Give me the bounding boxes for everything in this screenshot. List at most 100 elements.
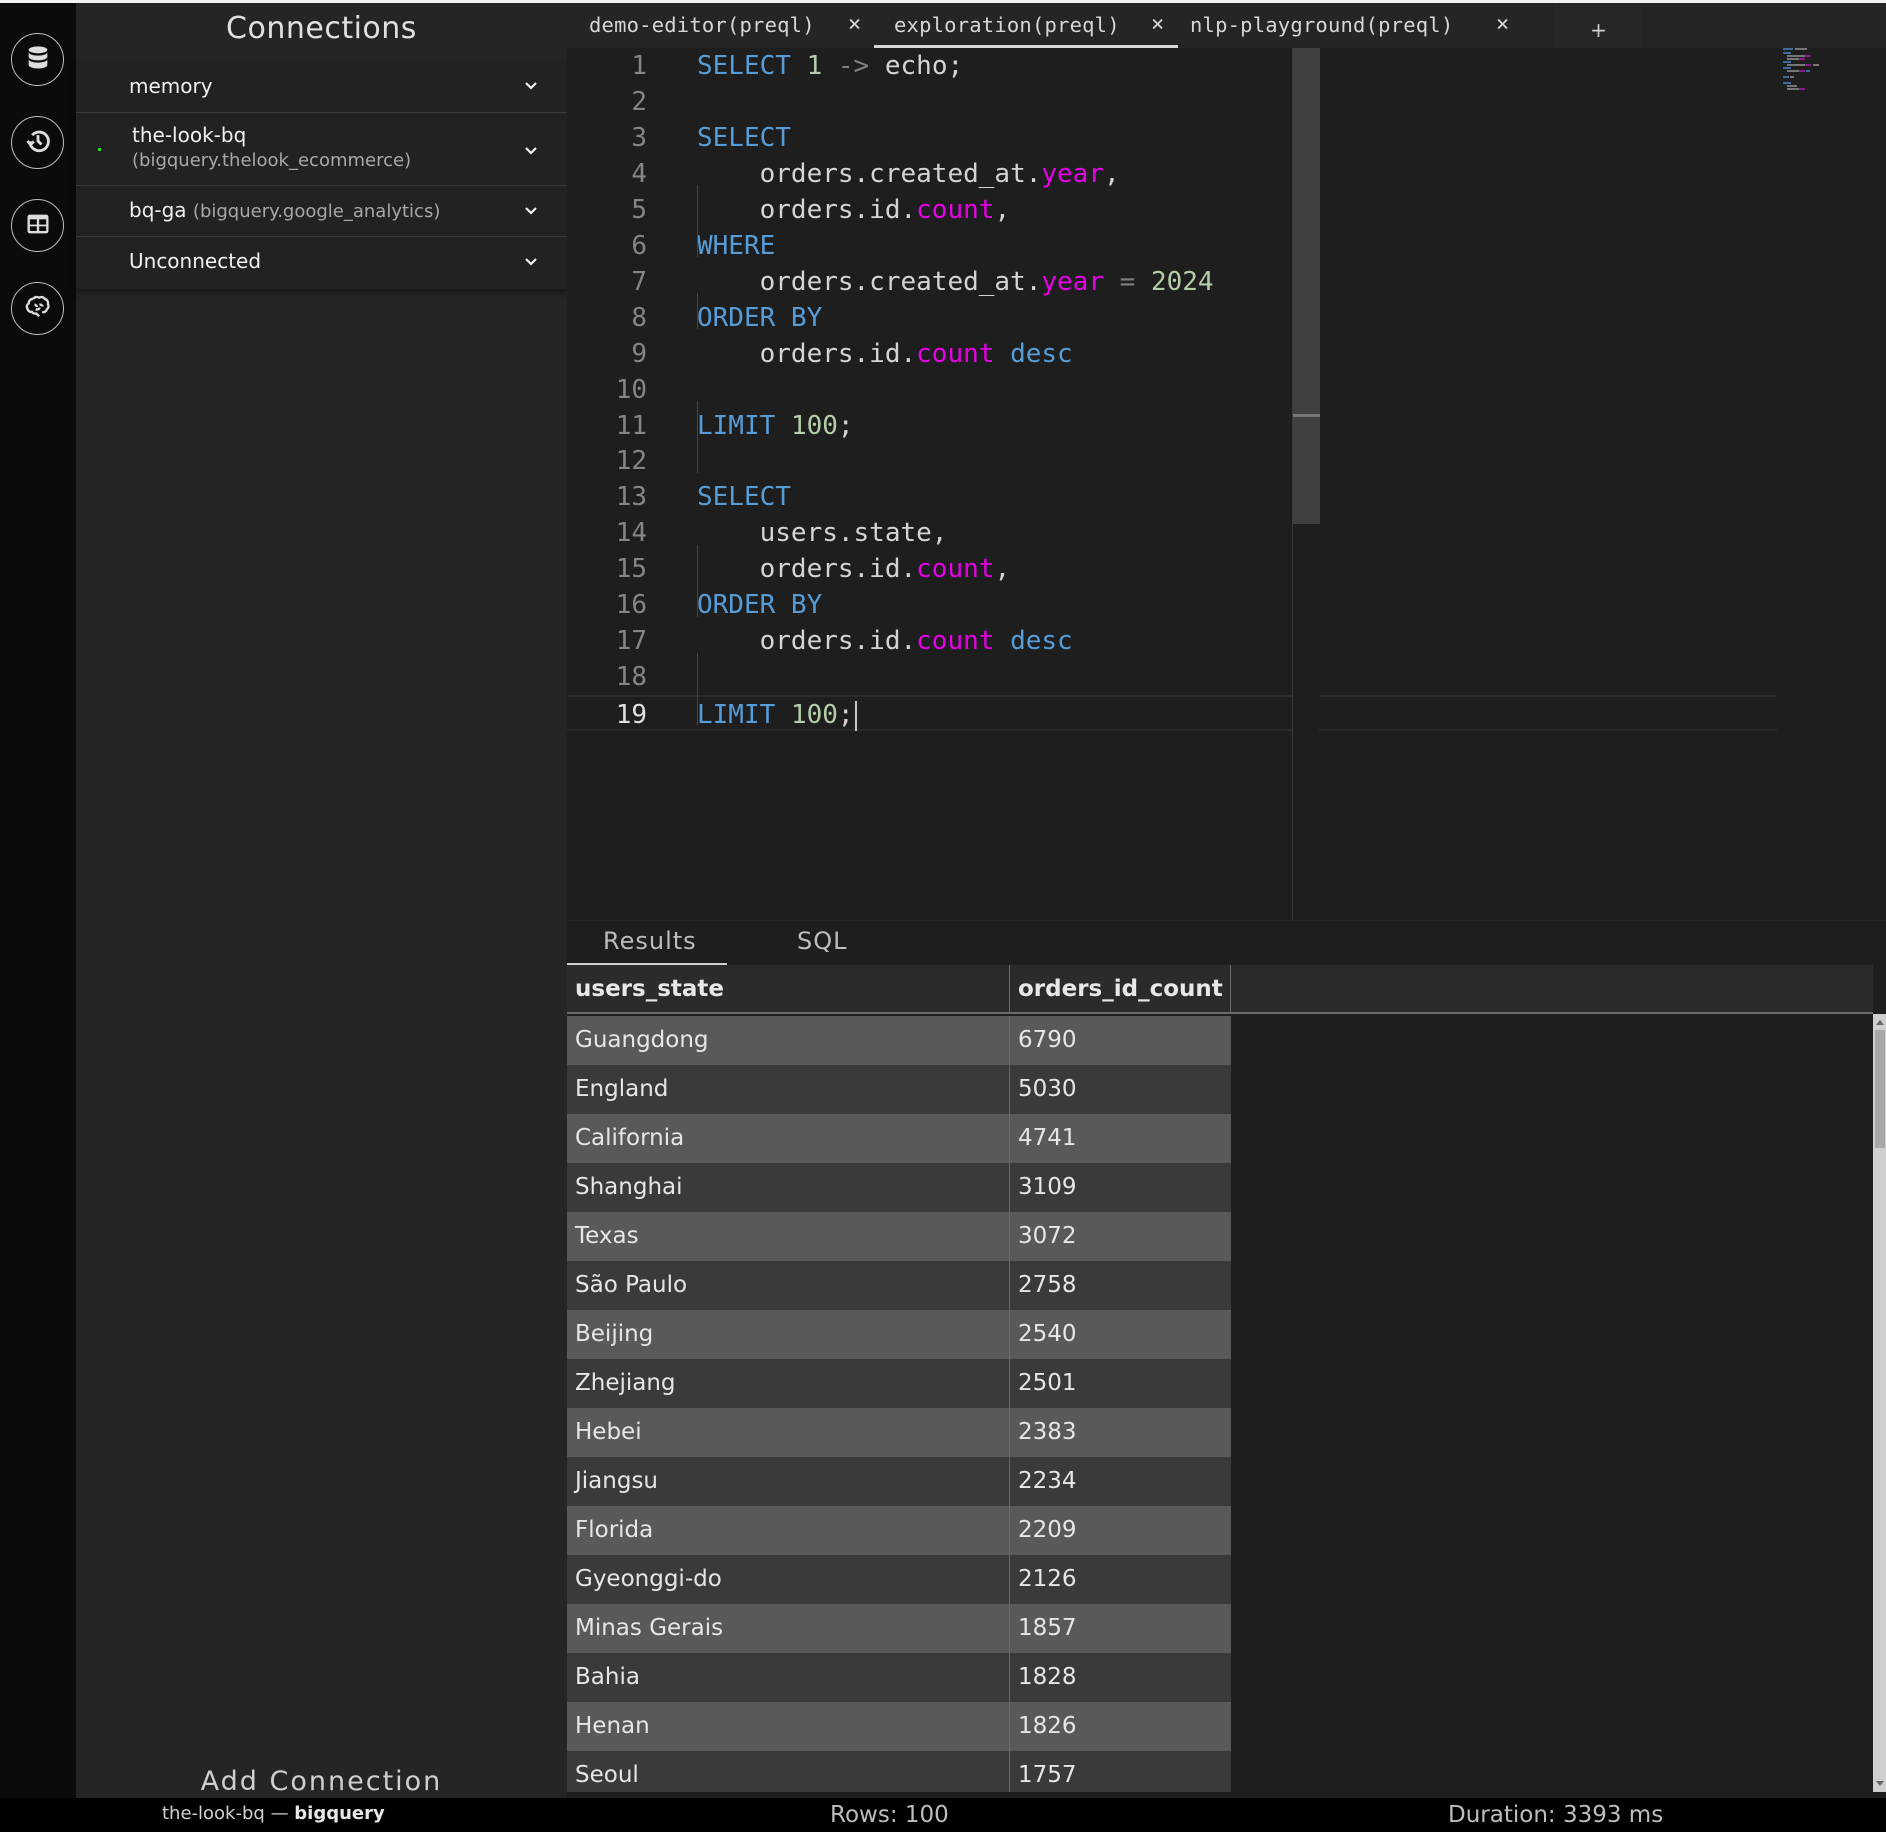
cell-users-state[interactable]: Henan <box>567 1702 1010 1751</box>
editor-scrollbar[interactable] <box>1292 48 1320 920</box>
editor-minimap[interactable] <box>1783 48 1833 93</box>
add-connection-button[interactable]: Add Connection <box>76 1766 567 1797</box>
editor-line[interactable]: 17 orders.id.count desc <box>567 623 1777 659</box>
cell-orders-id-count[interactable]: 2501 <box>1010 1359 1231 1408</box>
table-row[interactable]: Henan 1826 <box>567 1702 1231 1751</box>
cell-orders-id-count[interactable]: 5030 <box>1010 1065 1231 1114</box>
cell-orders-id-count[interactable]: 2540 <box>1010 1310 1231 1359</box>
table-row[interactable]: England 5030 <box>567 1065 1231 1114</box>
results-scrollbar[interactable] <box>1873 1014 1886 1792</box>
cell-users-state[interactable]: Bahia <box>567 1653 1010 1702</box>
cell-orders-id-count[interactable]: 2209 <box>1010 1506 1231 1555</box>
table-row[interactable]: Florida 2209 <box>567 1506 1231 1555</box>
scroll-up-arrow-icon[interactable] <box>1876 1020 1884 1025</box>
table-row[interactable]: Bahia 1828 <box>567 1653 1231 1702</box>
editor-line[interactable]: 15 orders.id.count, <box>567 551 1777 587</box>
editor-line[interactable]: 7 orders.created_at.year = 2024 <box>567 264 1777 300</box>
cell-users-state[interactable]: Gyeonggi-do <box>567 1555 1010 1604</box>
cell-orders-id-count[interactable]: 2383 <box>1010 1408 1231 1457</box>
table-row[interactable]: Beijing 2540 <box>567 1310 1231 1359</box>
cell-orders-id-count[interactable]: 2758 <box>1010 1261 1231 1310</box>
rail-connections-button[interactable] <box>11 33 64 86</box>
cell-users-state[interactable]: Zhejiang <box>567 1359 1010 1408</box>
cell-users-state[interactable]: California <box>567 1114 1010 1163</box>
close-icon[interactable]: × <box>1496 12 1509 37</box>
rail-history-button[interactable] <box>11 116 64 169</box>
close-icon[interactable]: × <box>1151 12 1164 37</box>
cell-orders-id-count[interactable]: 3072 <box>1010 1212 1231 1261</box>
editor-line[interactable]: 12 <box>567 443 1777 479</box>
results-scrollbar-thumb[interactable] <box>1875 1030 1885 1148</box>
editor-line[interactable]: 1 SELECT 1 -> echo; <box>567 48 1777 84</box>
new-tab-button[interactable]: + <box>1552 3 1645 48</box>
editor-line[interactable]: 3 SELECT <box>567 120 1777 156</box>
editor-line[interactable]: 14 users.state, <box>567 515 1777 551</box>
editor-line[interactable]: 6 WHERE <box>567 228 1777 264</box>
editor-line[interactable]: 13 SELECT <box>567 479 1777 515</box>
cell-orders-id-count[interactable]: 1828 <box>1010 1653 1231 1702</box>
cell-orders-id-count[interactable]: 3109 <box>1010 1163 1231 1212</box>
table-row[interactable]: Texas 3072 <box>567 1212 1231 1261</box>
cell-orders-id-count[interactable]: 1826 <box>1010 1702 1231 1751</box>
connections-sidebar: Connections memory the-look-bq (bigquery… <box>76 3 567 1798</box>
editor-line[interactable]: 5 orders.id.count, <box>567 192 1777 228</box>
table-row[interactable]: Shanghai 3109 <box>567 1163 1231 1212</box>
chevron-down-icon[interactable] <box>523 254 539 270</box>
cell-users-state[interactable]: São Paulo <box>567 1261 1010 1310</box>
editor-line[interactable]: 18 <box>567 659 1777 695</box>
editor-line[interactable]: 16 ORDER BY <box>567 587 1777 623</box>
connection-item-the-look-bq[interactable]: the-look-bq (bigquery.thelook_ecommerce) <box>76 113 567 186</box>
close-icon[interactable]: × <box>848 12 861 37</box>
column-header-users-state[interactable]: users_state <box>567 965 1010 1014</box>
tab-results[interactable]: Results <box>567 927 727 966</box>
cell-users-state[interactable]: Minas Gerais <box>567 1604 1010 1653</box>
cell-users-state[interactable]: Florida <box>567 1506 1010 1555</box>
cell-orders-id-count[interactable]: 6790 <box>1010 1016 1231 1065</box>
cell-users-state[interactable]: Shanghai <box>567 1163 1010 1212</box>
code-editor[interactable]: 1 SELECT 1 -> echo; 2 3 SELECT 4 orders.creat… <box>567 48 1859 920</box>
cell-users-state[interactable]: England <box>567 1065 1010 1114</box>
table-row[interactable]: California 4741 <box>567 1114 1231 1163</box>
cell-orders-id-count[interactable]: 2126 <box>1010 1555 1231 1604</box>
chevron-down-icon[interactable] <box>523 78 539 94</box>
connection-item-memory[interactable]: memory <box>76 60 567 113</box>
cell-users-state[interactable]: Jiangsu <box>567 1457 1010 1506</box>
table-row[interactable]: Seoul 1757 <box>567 1751 1231 1792</box>
rail-tables-button[interactable] <box>11 199 64 252</box>
table-row[interactable]: Jiangsu 2234 <box>567 1457 1231 1506</box>
rail-llm-button[interactable] <box>11 282 64 335</box>
scroll-down-arrow-icon[interactable] <box>1876 1781 1884 1786</box>
cell-orders-id-count[interactable]: 1857 <box>1010 1604 1231 1653</box>
table-row[interactable]: Zhejiang 2501 <box>567 1359 1231 1408</box>
chevron-down-icon[interactable] <box>523 203 539 219</box>
cell-users-state[interactable]: Hebei <box>567 1408 1010 1457</box>
cell-users-state[interactable]: Guangdong <box>567 1016 1010 1065</box>
editor-line[interactable]: 11 LIMIT 100; <box>567 408 1777 444</box>
editor-line[interactable]: 2 <box>567 84 1777 120</box>
tab-demo-editor[interactable]: demo-editor(preql) × <box>567 3 873 48</box>
table-row[interactable]: Hebei 2383 <box>567 1408 1231 1457</box>
connection-item-bq-ga[interactable]: bq-ga (bigquery.google_analytics) <box>76 186 567 237</box>
table-row[interactable]: São Paulo 2758 <box>567 1261 1231 1310</box>
editor-scrollbar-thumb[interactable] <box>1293 48 1320 524</box>
cell-users-state[interactable]: Seoul <box>567 1751 1010 1792</box>
editor-line[interactable]: 8 ORDER BY <box>567 300 1777 336</box>
editor-line[interactable]: 9 orders.id.count desc <box>567 336 1777 372</box>
cell-orders-id-count[interactable]: 1757 <box>1010 1751 1231 1792</box>
tab-exploration[interactable]: exploration(preql) × <box>874 3 1178 48</box>
cell-users-state[interactable]: Texas <box>567 1212 1010 1261</box>
editor-line[interactable]: 10 <box>567 372 1777 408</box>
tab-sql[interactable]: SQL <box>797 927 848 966</box>
cell-orders-id-count[interactable]: 2234 <box>1010 1457 1231 1506</box>
cell-users-state[interactable]: Beijing <box>567 1310 1010 1359</box>
chevron-down-icon[interactable] <box>523 143 539 159</box>
table-row[interactable]: Gyeonggi-do 2126 <box>567 1555 1231 1604</box>
table-row[interactable]: Guangdong 6790 <box>567 1016 1231 1065</box>
connection-item-unconnected[interactable]: Unconnected <box>76 237 567 289</box>
editor-line[interactable]: 19 LIMIT 100; <box>567 695 1777 732</box>
tab-nlp-playground[interactable]: nlp-playground(preql) × <box>1179 3 1551 48</box>
editor-line[interactable]: 4 orders.created_at.year, <box>567 156 1777 192</box>
column-header-orders-id-count[interactable]: orders_id_count <box>1010 965 1231 1014</box>
cell-orders-id-count[interactable]: 4741 <box>1010 1114 1231 1163</box>
table-row[interactable]: Minas Gerais 1857 <box>567 1604 1231 1653</box>
